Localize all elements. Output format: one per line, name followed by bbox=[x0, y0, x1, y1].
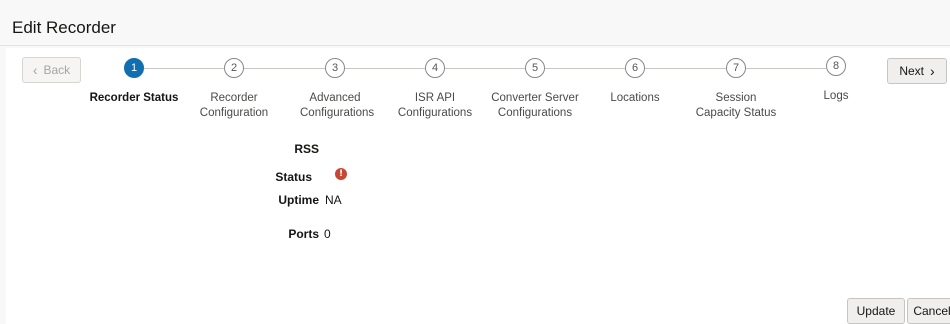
ports-value: 0 bbox=[324, 227, 331, 241]
train-step-recorder-configuration[interactable]: 2 Recorder Configuration bbox=[179, 58, 289, 138]
step-number[interactable]: 5 bbox=[525, 58, 545, 78]
step-label: ISR API Configurations bbox=[397, 92, 473, 119]
train-step-converter-server-configurations[interactable]: 5 Converter Server Configurations bbox=[480, 58, 590, 138]
train-step-locations[interactable]: 6 Locations bbox=[580, 58, 690, 138]
train-step-isr-api-configurations[interactable]: 4 ISR API Configurations bbox=[380, 58, 490, 138]
step-number[interactable]: 1 bbox=[124, 58, 144, 78]
step-number[interactable]: 7 bbox=[726, 58, 746, 78]
error-icon: ! bbox=[335, 168, 347, 180]
step-number[interactable]: 3 bbox=[325, 58, 345, 78]
back-button-label: Back bbox=[43, 63, 71, 77]
step-label: Locations bbox=[610, 92, 660, 104]
uptime-label: Uptime bbox=[278, 193, 319, 207]
status-label: Status bbox=[275, 170, 312, 184]
step-label: Converter Server Configurations bbox=[491, 92, 579, 119]
step-number[interactable]: 8 bbox=[826, 56, 846, 76]
train-step-recorder-status[interactable]: 1 Recorder Status bbox=[79, 58, 189, 138]
rss-label: RSS bbox=[294, 142, 319, 156]
page-title: Edit Recorder bbox=[12, 18, 116, 37]
page-header: Edit Recorder bbox=[0, 0, 950, 46]
step-number[interactable]: 2 bbox=[224, 58, 244, 78]
uptime-value: NA bbox=[325, 193, 342, 207]
step-number[interactable]: 4 bbox=[425, 58, 445, 78]
train-step-session-capacity-status[interactable]: 7 Session Capacity Status bbox=[681, 58, 791, 138]
next-button[interactable]: Next › bbox=[887, 58, 947, 84]
next-button-label: Next bbox=[899, 64, 924, 78]
step-label: Logs bbox=[823, 90, 849, 102]
step-label: Session Capacity Status bbox=[695, 92, 777, 119]
step-label: Recorder Status bbox=[89, 92, 179, 104]
update-button[interactable]: Update bbox=[847, 298, 905, 324]
step-number[interactable]: 6 bbox=[625, 58, 645, 78]
ports-label: Ports bbox=[288, 227, 319, 241]
train-step-logs[interactable]: 8 Logs bbox=[781, 56, 891, 136]
train-step-advanced-configurations[interactable]: 3 Advanced Configurations bbox=[280, 58, 390, 138]
step-label: Advanced Configurations bbox=[300, 92, 375, 119]
chevron-right-icon: › bbox=[930, 63, 935, 79]
chevron-left-icon: ‹ bbox=[32, 62, 38, 78]
step-label: Recorder Configuration bbox=[199, 92, 269, 119]
cancel-button[interactable]: Cancel bbox=[907, 298, 950, 324]
back-button[interactable]: ‹ Back bbox=[22, 57, 81, 83]
